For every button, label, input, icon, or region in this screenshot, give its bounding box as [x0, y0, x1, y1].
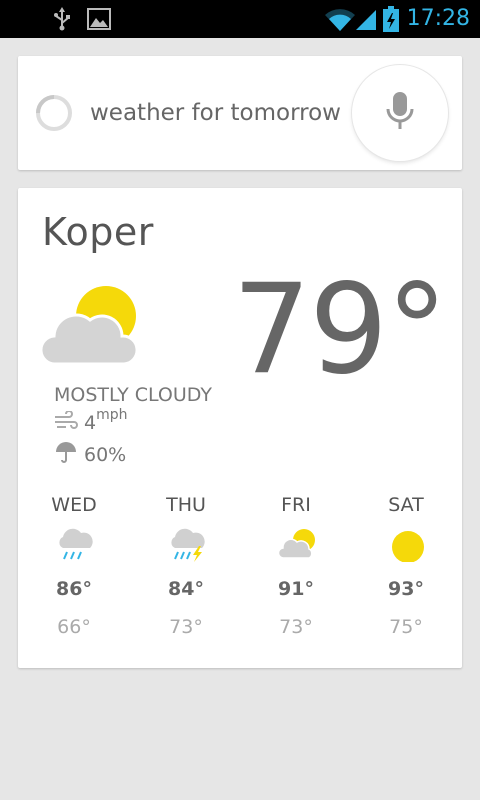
- battery-charging-icon: [382, 0, 400, 38]
- mostly-cloudy-icon: [39, 286, 142, 368]
- wind-speed: 4: [84, 412, 97, 434]
- rain-icon: [57, 528, 95, 562]
- sunny-icon: [389, 528, 427, 563]
- condition-text: MOSTLY CLOUDY: [54, 384, 212, 406]
- day-low: 66°: [57, 616, 91, 638]
- wifi-icon: [324, 0, 356, 38]
- wind-unit: mph: [96, 407, 128, 423]
- current-temperature: 79°: [232, 258, 448, 402]
- day-low: 73°: [169, 616, 203, 638]
- day-name: WED: [51, 494, 97, 516]
- wind-row: 4 mph: [54, 407, 128, 436]
- city-name: Koper: [42, 210, 154, 254]
- thunderstorm-icon: [169, 528, 207, 562]
- weather-card[interactable]: Koper 79° MOSTLY CLOUDY 4 mph 60% WED 86…: [18, 188, 462, 668]
- voice-search-button[interactable]: [352, 65, 448, 161]
- umbrella-icon: [54, 442, 78, 468]
- search-query-text[interactable]: weather for tomorrow: [90, 96, 341, 130]
- humidity-value: 60%: [84, 444, 127, 466]
- image-notification-icon: [87, 0, 111, 38]
- forecast-day[interactable]: THU 84° 73°: [136, 494, 236, 644]
- forecast-day[interactable]: SAT 93° 75°: [356, 494, 456, 644]
- day-low: 73°: [279, 616, 313, 638]
- forecast-day[interactable]: WED 86° 66°: [24, 494, 124, 644]
- day-low: 75°: [389, 616, 423, 638]
- humidity-row: 60%: [54, 442, 126, 468]
- forecast-day[interactable]: FRI 91° 73°: [246, 494, 346, 644]
- day-high: 84°: [168, 578, 204, 600]
- day-name: THU: [166, 494, 206, 516]
- signal-icon: [354, 0, 378, 38]
- usb-icon: [52, 0, 72, 38]
- partly-cloudy-icon: [277, 528, 317, 562]
- search-card[interactable]: weather for tomorrow: [18, 56, 462, 170]
- day-high: 86°: [56, 578, 92, 600]
- day-high: 93°: [388, 578, 424, 600]
- status-bar: 17:28: [0, 0, 480, 38]
- day-high: 91°: [278, 578, 314, 600]
- day-name: SAT: [388, 494, 424, 516]
- microphone-icon: [385, 91, 415, 135]
- forecast: WED 86° 66° THU 84° 73° FRI 91° 73° SAT …: [18, 494, 462, 644]
- status-time: 17:28: [406, 6, 470, 31]
- wind-icon: [54, 410, 78, 435]
- loading-spinner-icon: [35, 94, 73, 132]
- day-name: FRI: [281, 494, 311, 516]
